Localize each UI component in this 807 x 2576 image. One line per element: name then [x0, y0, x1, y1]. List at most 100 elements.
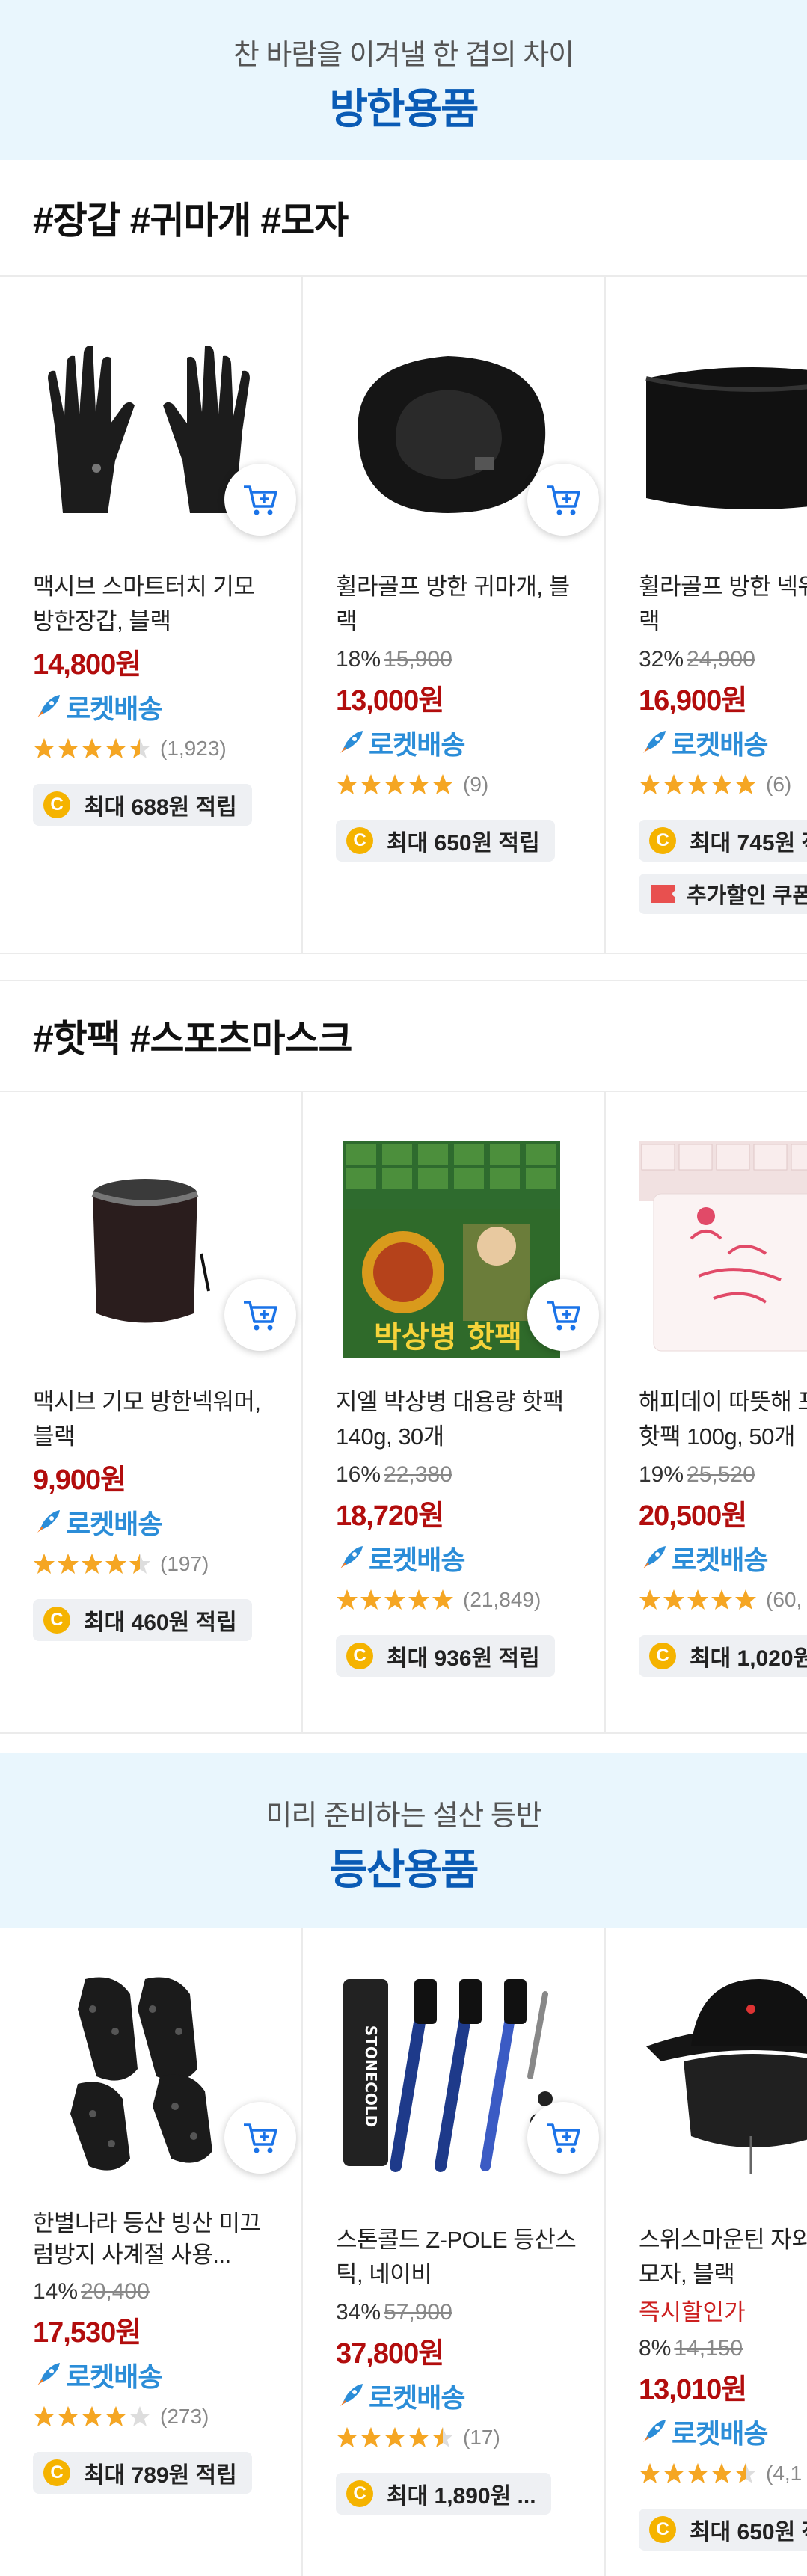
cart-plus-icon: [244, 485, 277, 515]
discount-rate: 19%: [639, 1462, 684, 1487]
rocket-delivery-label: 로켓배송: [672, 729, 768, 760]
discount-rate: 16%: [336, 1462, 381, 1487]
rocket-delivery-badge: 로켓배송: [33, 2356, 301, 2393]
review-count: (6): [766, 773, 792, 796]
add-to-cart-button[interactable]: [224, 2102, 296, 2174]
product-image[interactable]: [33, 326, 296, 543]
product-price: 13,000원: [336, 685, 444, 717]
review-count: (273): [160, 2405, 209, 2428]
coin-icon: C: [346, 2480, 373, 2507]
add-to-cart-button[interactable]: [527, 464, 599, 536]
discount-rate: 14%: [33, 2279, 79, 2304]
star-rating-icon: [639, 2463, 756, 2483]
original-price: 20,400: [81, 2279, 150, 2304]
discount-rate: 32%: [639, 647, 684, 672]
rocket-delivery-badge: 로켓배송: [639, 2413, 807, 2450]
reward-text: 최대 745원 적립: [690, 831, 807, 856]
product-image[interactable]: [639, 326, 807, 543]
section-heading: #핫팩 #스포츠마스크: [0, 980, 807, 1092]
product-image[interactable]: [639, 1141, 807, 1358]
product-name[interactable]: 스위스마운틴 자외선 차단 모자, 블랙: [639, 2223, 807, 2292]
reward-text: 최대 688원 적립: [84, 795, 237, 820]
cart-plus-icon: [547, 485, 580, 515]
add-to-cart-button[interactable]: [527, 2102, 599, 2174]
banner-subtitle: 찬 바람을 이겨낼 한 겹의 차이: [233, 40, 574, 71]
discount-rate: 8%: [639, 2336, 672, 2361]
product-name[interactable]: 휠라골프 방한 귀마개, 블랙: [336, 570, 583, 639]
discount-line: 32% 24,900: [639, 645, 807, 675]
original-price: 24,900: [687, 647, 755, 672]
product-card[interactable]: 휠라골프 방한 넥워머, 블랙 32%24,900 16,900원 로켓배송 (…: [606, 277, 807, 953]
star-rating-icon: [34, 738, 150, 758]
rocket-delivery-badge: 로켓배송: [639, 1539, 807, 1577]
rocket-delivery-badge: 로켓배송: [336, 724, 604, 761]
product-name[interactable]: 해피데이 따뜻해 포켓용 핫팩 100g, 50개: [639, 1385, 807, 1454]
reward-text: 최대 1,890원 ...: [387, 2484, 536, 2509]
discount-line: 18% 15,900: [336, 645, 604, 675]
rating: (273): [33, 2401, 301, 2432]
coupon-badge[interactable]: 추가할인 쿠폰: [639, 874, 807, 914]
rocket-delivery-label: 로켓배송: [672, 1545, 768, 1575]
reward-badge: C 최대 936원 적립: [336, 1635, 555, 1677]
coin-icon: C: [649, 2516, 676, 2543]
product-card[interactable]: STONECOLD 스톤콜드 Z-POLE 등산스틱, 네이비 34% 57,90…: [303, 1928, 606, 2576]
add-to-cart-button[interactable]: [224, 464, 296, 536]
coin-icon: C: [649, 827, 676, 854]
product-image[interactable]: [33, 1141, 296, 1358]
reward-text: 최대 789원 적립: [84, 2463, 237, 2488]
reward-text: 최대 936원 적립: [387, 1646, 540, 1671]
discount-line: 19% 25,520: [639, 1460, 807, 1490]
product-name[interactable]: 휠라골프 방한 넥워머, 블랙: [639, 570, 807, 639]
rocket-icon: [37, 695, 60, 717]
rating: (197): [33, 1548, 301, 1580]
reward-badge: C 최대 1,020원 적립: [639, 1635, 807, 1677]
product-card[interactable]: 한별나라 등산 빙산 미끄럼방지 사계절 사용... 14% 20,400 17,…: [0, 1928, 303, 2576]
reward-badge: C 최대 789원 적립: [33, 2452, 252, 2494]
rocket-icon: [643, 731, 666, 753]
review-count: (17): [463, 2426, 500, 2449]
rocket-icon: [340, 1546, 363, 1568]
product-card[interactable]: 휠라골프 방한 귀마개, 블랙 18% 15,900 13,000원 로켓배송 (…: [303, 277, 606, 953]
review-count: (197): [160, 1552, 209, 1575]
product-price: 18,720원: [336, 1500, 444, 1532]
cart-plus-icon: [547, 2123, 580, 2153]
product-image[interactable]: [639, 1964, 807, 2181]
product-image[interactable]: 박상병 핫팩: [336, 1141, 599, 1358]
product-card[interactable]: 맥시브 기모 방한넥워머, 블랙 9,900원 로켓배송 (197) C 최대 …: [0, 1092, 303, 1732]
banner-hiking: 미리 준비하는 설산 등반 등산용품: [0, 1753, 807, 1928]
product-image[interactable]: [336, 326, 599, 543]
reward-badge: C 최대 460원 적립: [33, 1599, 252, 1641]
rating: (17): [336, 2422, 604, 2453]
product-card[interactable]: 박상병 핫팩 지엘 박상병 대용량 핫팩 140g, 30개 16% 22,380…: [303, 1092, 606, 1732]
product-image[interactable]: STONECOLD: [336, 1964, 599, 2181]
product-price: 9,900원: [33, 1465, 126, 1496]
rocket-delivery-label: 로켓배송: [369, 729, 465, 760]
product-name[interactable]: 스톤콜드 Z-POLE 등산스틱, 네이비: [336, 2223, 583, 2292]
original-price: 22,380: [384, 1462, 452, 1487]
product-card[interactable]: 맥시브 스마트터치 기모 방한장갑, 블랙 14,800원 로켓배송 (1,92…: [0, 277, 303, 953]
coupon-text: 추가할인 쿠폰: [687, 884, 807, 908]
product-price: 17,530원: [33, 2317, 141, 2349]
reward-badge: C 최대 1,890원 ...: [336, 2473, 551, 2515]
product-name[interactable]: 맥시브 기모 방한넥워머, 블랙: [33, 1385, 280, 1454]
coin-icon: C: [346, 827, 373, 854]
discount-rate: 34%: [336, 2300, 381, 2325]
product-card[interactable]: 스위스마운틴 자외선 차단 모자, 블랙 즉시할인가 8%14,150 13,0…: [606, 1928, 807, 2576]
white-hotpack-image: [639, 1141, 807, 1352]
add-to-cart-button[interactable]: [527, 1279, 599, 1351]
rating: (1,923): [33, 733, 301, 764]
product-name[interactable]: 한별나라 등산 빙산 미끄럼방지 사계절 사용...: [33, 2208, 280, 2271]
coin-icon: C: [649, 1643, 676, 1669]
review-count: (4,1: [766, 2462, 803, 2485]
product-card[interactable]: 해피데이 따뜻해 포켓용 핫팩 100g, 50개 19%25,520 20,5…: [606, 1092, 807, 1732]
section-heading-text: #장갑 #귀마개 #모자: [33, 200, 349, 242]
product-image[interactable]: [33, 1964, 296, 2181]
add-to-cart-button[interactable]: [224, 1279, 296, 1351]
star-rating-icon: [639, 1589, 756, 1610]
product-name[interactable]: 지엘 박상병 대용량 핫팩 140g, 30개: [336, 1385, 583, 1454]
rating: (9): [336, 769, 604, 800]
product-name[interactable]: 맥시브 스마트터치 기모 방한장갑, 블랙: [33, 570, 280, 639]
banner-title: 방한용품: [329, 85, 479, 132]
rocket-icon: [37, 2363, 60, 2385]
